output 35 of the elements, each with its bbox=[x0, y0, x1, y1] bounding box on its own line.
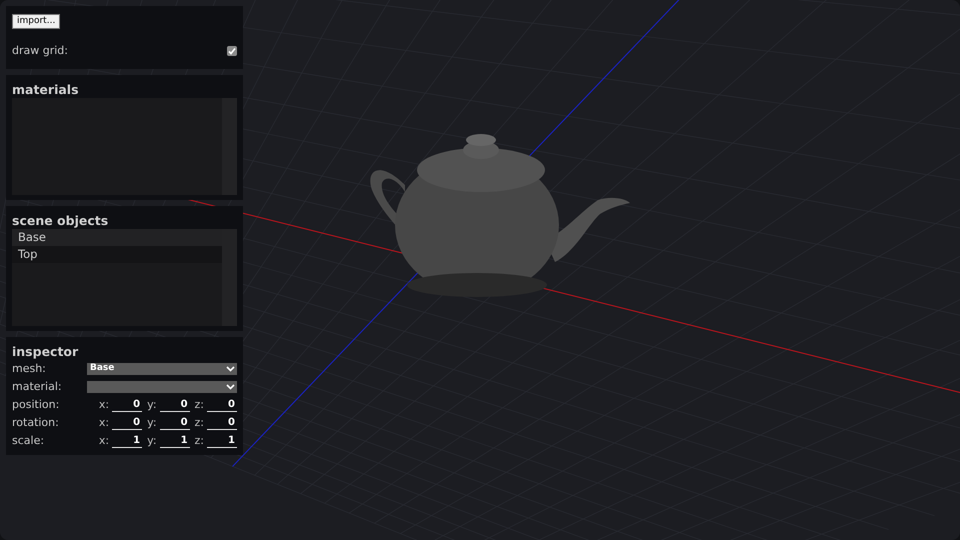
number-field[interactable]: 0 bbox=[160, 416, 190, 430]
axis-label: x: bbox=[98, 396, 110, 413]
field-label: scale: bbox=[12, 432, 46, 449]
panel-title: scene objects bbox=[12, 212, 110, 229]
axis-label: y: bbox=[147, 414, 157, 431]
field-label: position: bbox=[12, 396, 60, 413]
draw-grid-checkbox[interactable] bbox=[227, 46, 237, 56]
number-field[interactable]: 1 bbox=[112, 434, 142, 448]
list-item[interactable]: Top bbox=[12, 246, 222, 263]
number-field[interactable]: 0 bbox=[207, 416, 237, 430]
axis-label: y: bbox=[147, 432, 157, 449]
axis-label: z: bbox=[194, 396, 204, 413]
chevron-icon bbox=[226, 366, 235, 372]
mesh-dropdown[interactable]: Base bbox=[87, 363, 237, 375]
axis-label: y: bbox=[147, 396, 157, 413]
axis-label: x: bbox=[98, 432, 110, 449]
draw-grid-label: draw grid: bbox=[12, 43, 68, 59]
list-item[interactable]: Base bbox=[12, 229, 222, 246]
number-field[interactable]: 1 bbox=[207, 434, 237, 448]
axis-label: z: bbox=[194, 432, 204, 449]
number-field[interactable]: 0 bbox=[112, 398, 142, 412]
axis-label: x: bbox=[98, 414, 110, 431]
material-dropdown[interactable] bbox=[87, 381, 237, 393]
field-label: material: bbox=[12, 378, 63, 395]
number-field[interactable]: 1 bbox=[160, 434, 190, 448]
number-field[interactable]: 0 bbox=[112, 416, 142, 430]
field-label: mesh: bbox=[12, 360, 47, 377]
number-field[interactable]: 0 bbox=[207, 398, 237, 412]
field-label: rotation: bbox=[12, 414, 60, 431]
axis-label: z: bbox=[194, 414, 204, 431]
number-field[interactable]: 0 bbox=[160, 398, 190, 412]
panel-title: materials bbox=[12, 81, 80, 98]
import-button[interactable]: import... bbox=[12, 14, 60, 29]
chevron-icon bbox=[226, 384, 235, 390]
panel-title: inspector bbox=[12, 343, 80, 360]
